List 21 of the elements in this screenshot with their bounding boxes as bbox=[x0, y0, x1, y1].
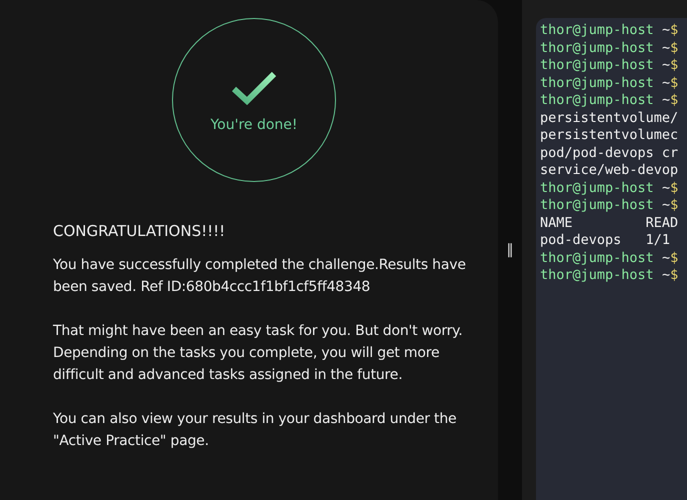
heading: CONGRATULATIONS!!!! bbox=[53, 222, 226, 240]
terminal-prompt: thor@jump-host ~$ bbox=[540, 57, 678, 74]
terminal-prompt: thor@jump-host ~$ bbox=[540, 250, 678, 267]
terminal-prompt: thor@jump-host ~$ bbox=[540, 40, 678, 57]
terminal-output: persistentvolumec bbox=[540, 127, 678, 144]
terminal-prompt: thor@jump-host ~$ bbox=[540, 22, 678, 40]
terminal-prompt: thor@jump-host ~$ bbox=[540, 180, 678, 197]
message-paragraph: You have successfully completed the challenge.Results have been saved. Ref ID:680b4ccc1f1bf1cf5ff48348 bbox=[53, 256, 467, 297]
terminal-prompt: thor@jump-host ~$ bbox=[540, 74, 678, 92]
splitter-handle[interactable]: ‖ bbox=[506, 242, 514, 258]
terminal-output: persistentvolume/ bbox=[540, 110, 678, 127]
status-text: You're done! bbox=[210, 117, 298, 133]
terminal-prompt: thor@jump-host ~$ bbox=[540, 267, 678, 284]
terminal-prompt: thor@jump-host ~$ bbox=[540, 197, 678, 214]
terminal-prompt: thor@jump-host ~$ bbox=[540, 92, 678, 110]
terminal-output: pod/pod-devops cr bbox=[540, 144, 678, 162]
terminal-output: pod-devops 1/1 bbox=[540, 232, 670, 250]
terminal-output: NAME READ bbox=[540, 214, 678, 232]
terminal-output: service/web-devop bbox=[540, 162, 678, 180]
message-paragraph: That might have been an easy task for you. But don't worry. Depending on the tasks you complete, you will get more difficult and advanced tasks assigned in the future. bbox=[53, 322, 464, 385]
message-paragraph: You can also view your results in your dashboard under the "Active Practice" page. bbox=[53, 410, 458, 451]
